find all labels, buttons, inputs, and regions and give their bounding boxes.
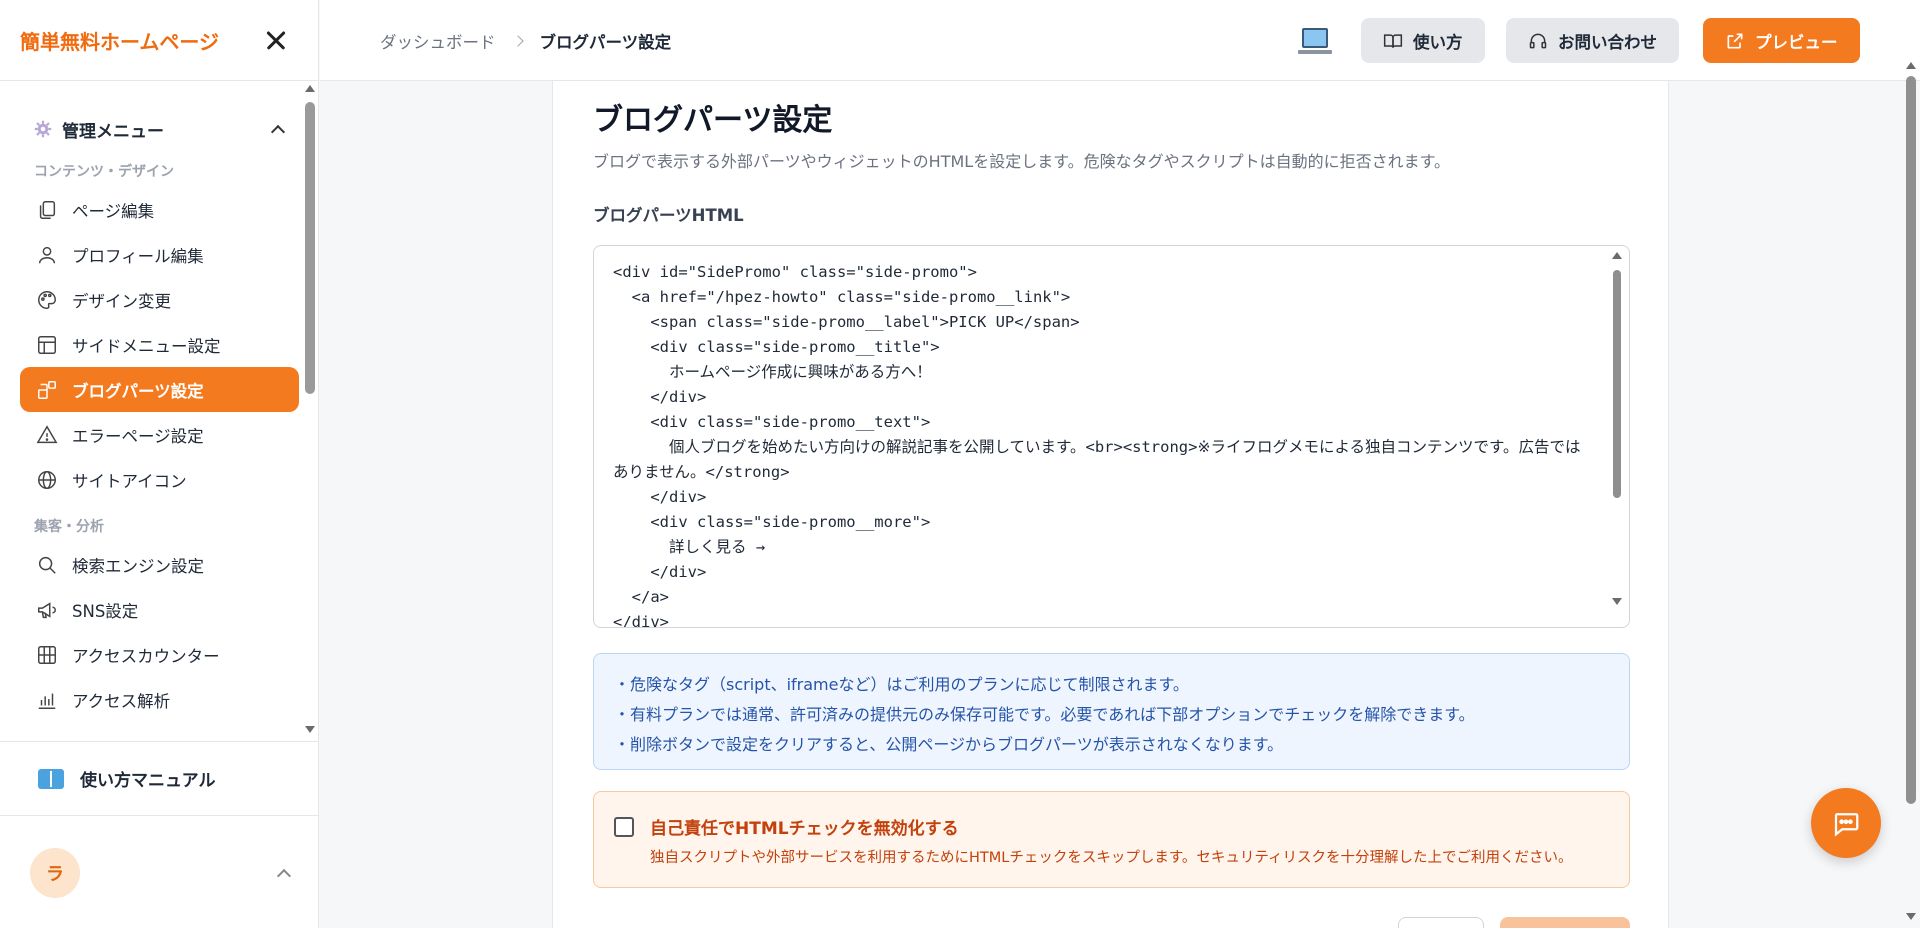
scroll-up-icon[interactable] bbox=[1612, 252, 1622, 259]
monitor-icon[interactable] bbox=[1298, 28, 1332, 54]
scroll-down-icon[interactable] bbox=[305, 726, 315, 733]
textarea-scrollbar[interactable] bbox=[1611, 252, 1623, 612]
admin-menu-label: 管理メニュー bbox=[62, 121, 164, 142]
sidebar-item-analytics[interactable]: アクセス解析 bbox=[20, 677, 299, 722]
sidebar-item-label: デザイン変更 bbox=[72, 291, 171, 311]
sidebar-item-label: アクセス解析 bbox=[72, 691, 171, 711]
sidebar-scrollbar[interactable] bbox=[304, 85, 316, 735]
sidebar-item-side-menu[interactable]: サイドメニュー設定 bbox=[20, 322, 299, 367]
warn-description: 独自スクリプトや外部サービスを利用するためにHTMLチェックをスキップします。セ… bbox=[650, 850, 1573, 866]
sidebar-item-label: サイトアイコン bbox=[72, 471, 187, 491]
breadcrumb: ダッシュボード ブログパーツ設定 bbox=[380, 0, 671, 81]
breadcrumb-dashboard[interactable]: ダッシュボード bbox=[380, 29, 496, 53]
sidebar-item-label: ブログパーツ設定 bbox=[72, 381, 204, 401]
admin-menu-toggle[interactable]: 管理メニュー bbox=[20, 111, 299, 147]
sidebar-item-design[interactable]: デザイン変更 bbox=[20, 277, 299, 322]
layout-icon bbox=[38, 335, 56, 354]
sidebar-item-sns[interactable]: SNS設定 bbox=[20, 587, 299, 632]
book-open-icon bbox=[1383, 33, 1403, 48]
scroll-down-icon[interactable] bbox=[1612, 598, 1622, 605]
contact-label: お問い合わせ bbox=[1558, 32, 1657, 52]
user-menu[interactable]: ラ bbox=[0, 817, 319, 928]
preview-label: プレビュー bbox=[1755, 32, 1838, 52]
search-icon bbox=[38, 556, 56, 574]
sidebar-item-label: サイドメニュー設定 bbox=[72, 336, 221, 356]
sidebar: 簡単無料ホームページ 管理メニュー コンテンツ・デザイン ページ編集 プロフィー… bbox=[0, 0, 319, 928]
gear-icon bbox=[34, 120, 52, 138]
info-line: ・削除ボタンで設定をクリアすると、公開ページからブログパーツが表示されなくなりま… bbox=[614, 735, 1284, 754]
blog-parts-html-textarea[interactable]: <div id="SidePromo" class="side-promo"> … bbox=[593, 245, 1630, 628]
scroll-up-icon[interactable] bbox=[305, 85, 315, 92]
chevron-up-icon[interactable] bbox=[276, 868, 292, 883]
section-label-analytics: 集客・分析 bbox=[34, 519, 104, 535]
avatar[interactable]: ラ bbox=[30, 847, 80, 898]
blocks-icon bbox=[38, 380, 56, 399]
howto-label: 使い方 bbox=[1413, 32, 1463, 52]
external-link-icon bbox=[1727, 33, 1743, 48]
contact-button[interactable]: お問い合わせ bbox=[1506, 18, 1679, 63]
copy-icon bbox=[39, 200, 56, 219]
chat-bubble-icon bbox=[1834, 813, 1859, 837]
sidebar-item-error-page[interactable]: エラーページ設定 bbox=[20, 412, 299, 457]
sidebar-item-counter[interactable]: アクセスカウンター bbox=[20, 632, 299, 677]
preview-button[interactable]: プレビュー bbox=[1703, 18, 1860, 63]
info-line: ・危険なタグ（script、iframeなど）はご利用のプランに応じて制限されま… bbox=[614, 675, 1189, 694]
page-title: ブログパーツ設定 bbox=[593, 103, 833, 138]
howto-button[interactable]: 使い方 bbox=[1361, 18, 1485, 63]
section-label-content: コンテンツ・デザイン bbox=[34, 164, 174, 180]
delete-button[interactable] bbox=[1398, 917, 1484, 928]
save-button[interactable] bbox=[1500, 917, 1630, 928]
scroll-up-icon[interactable] bbox=[1906, 62, 1916, 69]
page-scroll-thumb[interactable] bbox=[1906, 76, 1916, 804]
headset-icon bbox=[1529, 33, 1547, 48]
code-content[interactable]: <div id="SidePromo" class="side-promo"> … bbox=[613, 260, 1588, 627]
info-notice: ・危険なタグ（script、iframeなど）はご利用のプランに応じて制限されま… bbox=[593, 653, 1630, 770]
top-header: ダッシュボード ブログパーツ設定 使い方 お問い合わせ プレビュー bbox=[320, 0, 1920, 81]
sidebar-item-label: エラーページ設定 bbox=[72, 426, 204, 446]
scroll-down-icon[interactable] bbox=[1906, 913, 1916, 920]
sidebar-item-label: 検索エンジン設定 bbox=[72, 556, 204, 576]
settings-card: ブログパーツ設定 ブログで表示する外部パーツやウィジェットのHTMLを設定します… bbox=[552, 81, 1669, 928]
sidebar-item-page-edit[interactable]: ページ編集 bbox=[20, 187, 299, 232]
alert-triangle-icon bbox=[36, 424, 58, 443]
disable-html-check-option: 自己責任でHTMLチェックを無効化する 独自スクリプトや外部サービスを利用するた… bbox=[593, 791, 1630, 888]
page-scrollbar[interactable] bbox=[1904, 62, 1918, 928]
manual-link[interactable]: 使い方マニュアル bbox=[0, 741, 319, 816]
sidebar-item-site-icon[interactable]: サイトアイコン bbox=[20, 457, 299, 502]
chevron-right-icon bbox=[511, 34, 524, 47]
field-label: ブログパーツHTML bbox=[593, 206, 744, 225]
palette-icon bbox=[38, 290, 56, 309]
textarea-scroll-thumb[interactable] bbox=[1613, 270, 1621, 498]
sidebar-scroll-thumb[interactable] bbox=[305, 102, 315, 394]
sidebar-item-profile[interactable]: プロフィール編集 bbox=[20, 232, 299, 277]
grid-icon bbox=[38, 645, 56, 664]
sidebar-item-blog-parts[interactable]: ブログパーツ設定 bbox=[20, 367, 299, 412]
warn-title[interactable]: 自己責任でHTMLチェックを無効化する bbox=[650, 814, 959, 839]
sidebar-item-seo[interactable]: 検索エンジン設定 bbox=[20, 542, 299, 587]
sidebar-item-label: プロフィール編集 bbox=[72, 246, 204, 266]
sidebar-item-label: SNS設定 bbox=[72, 601, 139, 621]
disable-html-check-checkbox[interactable] bbox=[614, 817, 634, 837]
chat-button[interactable] bbox=[1811, 788, 1881, 858]
bar-chart-icon bbox=[38, 693, 56, 709]
chevron-up-icon bbox=[270, 124, 286, 140]
sidebar-item-label: アクセスカウンター bbox=[72, 646, 220, 666]
globe-icon bbox=[38, 470, 56, 489]
close-icon[interactable] bbox=[262, 26, 290, 54]
brand-logo[interactable]: 簡単無料ホームページ bbox=[20, 26, 219, 55]
breadcrumb-current: ブログパーツ設定 bbox=[539, 32, 672, 52]
sidebar-header: 簡単無料ホームページ bbox=[0, 0, 318, 81]
sidebar-item-label: ページ編集 bbox=[72, 201, 155, 221]
megaphone-icon bbox=[38, 601, 56, 618]
user-icon bbox=[38, 246, 56, 263]
info-line: ・有料プランでは通常、許可済みの提供元のみ保存可能です。必要であれば下部オプショ… bbox=[614, 705, 1475, 724]
book-icon bbox=[38, 768, 64, 789]
manual-label: 使い方マニュアル bbox=[80, 771, 216, 791]
sidebar-nav: 管理メニュー コンテンツ・デザイン ページ編集 プロフィール編集 デザイン変更 … bbox=[0, 81, 319, 741]
page-description: ブログで表示する外部パーツやウィジェットのHTMLを設定します。危険なタグやスク… bbox=[593, 152, 1451, 171]
